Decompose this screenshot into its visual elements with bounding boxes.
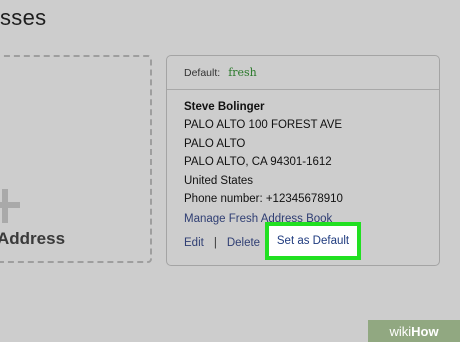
action-separator: |	[213, 237, 217, 249]
address-details: Steve Bolinger PALO ALTO 100 FOREST AVE …	[184, 98, 343, 209]
recipient-name: Steve Bolinger	[184, 101, 265, 113]
address-actions: Edit | Delete	[184, 233, 260, 253]
fresh-logo: fresh	[228, 66, 257, 79]
address-line: PALO ALTO	[184, 137, 246, 150]
delete-link[interactable]: Delete	[227, 237, 260, 249]
phone-number: Phone number: +12345678910	[184, 193, 343, 205]
plus-icon	[0, 177, 22, 223]
default-label: Default:	[184, 66, 221, 79]
set-as-default-label: Set as Default	[276, 235, 350, 247]
add-address-label: Address	[0, 229, 66, 248]
card-header: Default: fresh	[167, 56, 439, 90]
edit-link[interactable]: Edit	[184, 237, 204, 249]
wikihow-watermark: wiki How	[368, 320, 460, 342]
add-address-card[interactable]: Address	[0, 55, 152, 263]
page-title: sses	[0, 5, 47, 30]
watermark-part-1: wiki	[389, 323, 412, 339]
watermark-part-2: How	[411, 323, 439, 339]
address-line: PALO ALTO, CA 94301-1612	[184, 156, 332, 168]
address-line: United States	[184, 174, 254, 187]
set-as-default-button[interactable]: Set as Default	[265, 222, 361, 260]
address-line: PALO ALTO 100 FOREST AVE	[184, 119, 343, 131]
